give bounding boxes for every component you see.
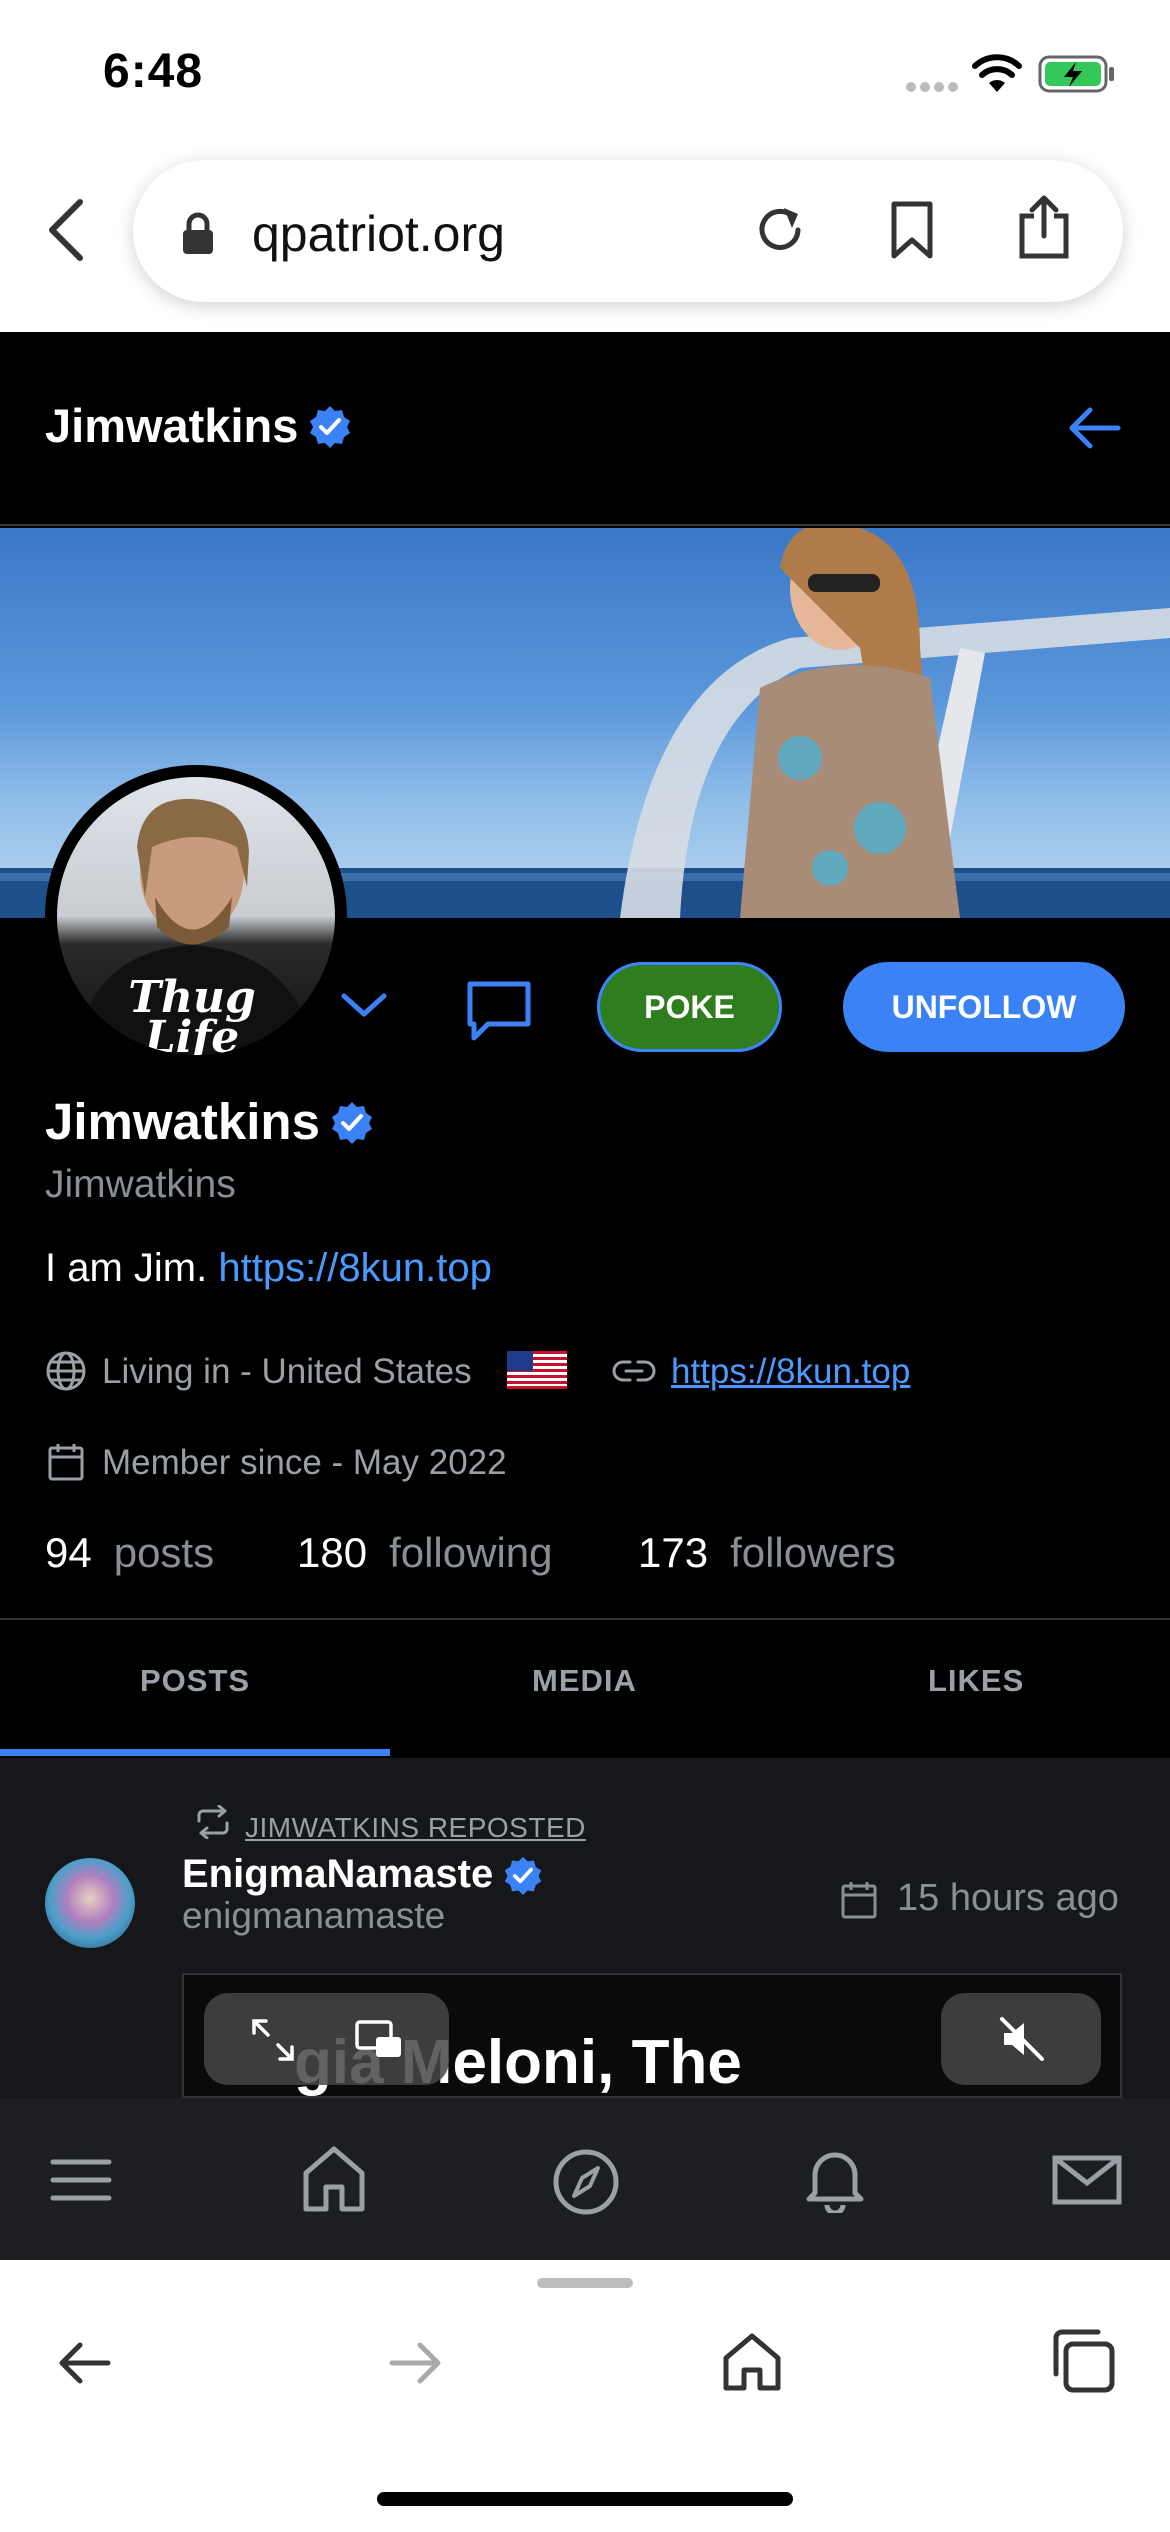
- page-title-text: Jimwatkins: [45, 399, 299, 452]
- following-label: following: [389, 1529, 553, 1576]
- member-since-text: Member since - May 2022: [102, 1443, 507, 1482]
- menu-icon[interactable]: [50, 2157, 112, 2203]
- posts-label: posts: [113, 1529, 215, 1576]
- profile-name-text: Jimwatkins: [45, 1093, 320, 1150]
- post-timestamp: 15 hours ago: [897, 1877, 1119, 1919]
- poke-button[interactable]: POKE: [597, 962, 782, 1052]
- browser-forward-arrow-icon[interactable]: [388, 2340, 444, 2386]
- profile-bio: I am Jim. https://8kun.top: [45, 1246, 492, 1291]
- messages-mail-icon[interactable]: [1052, 2155, 1122, 2205]
- page-title: Jimwatkins: [45, 398, 352, 453]
- picture-in-picture-icon[interactable]: [354, 2019, 404, 2061]
- browser-home-icon[interactable]: [722, 2332, 782, 2392]
- post-author-name: EnigmaNamaste: [182, 1852, 494, 1896]
- bio-link[interactable]: https://8kun.top: [218, 1246, 492, 1290]
- status-time: 6:48: [103, 45, 204, 98]
- bookmark-icon[interactable]: [888, 200, 936, 260]
- verified-icon: [503, 1855, 543, 1895]
- more-options-chevron-icon[interactable]: [340, 990, 388, 1020]
- lock-icon: [180, 212, 216, 256]
- notifications-bell-icon[interactable]: [805, 2145, 865, 2213]
- sheet-grabber[interactable]: [537, 2278, 633, 2288]
- tab-likes[interactable]: LIKES: [928, 1663, 1024, 1699]
- bio-text: I am Jim.: [45, 1246, 219, 1290]
- tabs-switcher-icon[interactable]: [1050, 2328, 1116, 2394]
- profile-name: Jimwatkins: [45, 1092, 374, 1151]
- battery-icon: [1038, 54, 1118, 94]
- message-icon[interactable]: [466, 980, 532, 1042]
- followers-label: followers: [730, 1529, 896, 1576]
- tab-media[interactable]: MEDIA: [532, 1663, 637, 1699]
- video-controls-right: [941, 1993, 1101, 2085]
- reposted-by-link[interactable]: JIMWATKINS REPOSTED: [245, 1812, 586, 1844]
- post-author[interactable]: EnigmaNamaste: [182, 1852, 543, 1897]
- location-text: Living in - United States: [102, 1352, 472, 1391]
- profile-avatar[interactable]: Thug Life: [45, 765, 347, 1067]
- browser-back-icon[interactable]: [42, 198, 92, 262]
- signal-icon: [906, 80, 962, 94]
- verified-icon: [308, 404, 352, 448]
- calendar-icon: [47, 1442, 85, 1482]
- stat-posts[interactable]: 94 posts: [45, 1529, 214, 1577]
- profile-handle: Jimwatkins: [45, 1163, 236, 1206]
- unfollow-button[interactable]: UNFOLLOW: [843, 962, 1125, 1052]
- active-tab-indicator: [0, 1749, 390, 1756]
- tab-posts[interactable]: POSTS: [140, 1663, 250, 1699]
- post-author-avatar[interactable]: [45, 1858, 135, 1948]
- avatar-image: Thug Life: [57, 777, 335, 1055]
- wifi-icon: [972, 54, 1022, 94]
- repost-icon: [193, 1805, 233, 1839]
- home-indicator: [377, 2492, 793, 2506]
- browser-back-arrow-icon[interactable]: [56, 2340, 112, 2386]
- post-author-handle: enigmanamaste: [182, 1895, 446, 1936]
- share-icon[interactable]: [1016, 194, 1072, 260]
- stat-followers[interactable]: 173 followers: [638, 1529, 896, 1577]
- post-video[interactable]: gia Meloni, The: [182, 1973, 1122, 2098]
- link-icon: [612, 1356, 656, 1386]
- following-count: 180: [297, 1529, 368, 1576]
- posts-count: 94: [45, 1529, 92, 1576]
- video-controls-left: [204, 1993, 449, 2085]
- website-link[interactable]: https://8kun.top: [671, 1352, 910, 1392]
- verified-icon: [330, 1100, 374, 1144]
- followers-count: 173: [638, 1529, 709, 1576]
- reload-icon[interactable]: [752, 202, 808, 258]
- calendar-icon: [840, 1880, 878, 1920]
- explore-compass-icon[interactable]: [552, 2148, 620, 2216]
- home-icon[interactable]: [302, 2145, 366, 2213]
- url-text[interactable]: qpatriot.org: [252, 205, 505, 263]
- svg-text:Life: Life: [143, 1012, 240, 1055]
- stat-following[interactable]: 180 following: [297, 1529, 553, 1577]
- us-flag-icon: [507, 1351, 567, 1389]
- mute-icon[interactable]: [998, 2015, 1046, 2063]
- fullscreen-icon[interactable]: [250, 2017, 296, 2063]
- header-back-arrow-icon[interactable]: [1066, 404, 1122, 452]
- globe-icon: [45, 1350, 87, 1392]
